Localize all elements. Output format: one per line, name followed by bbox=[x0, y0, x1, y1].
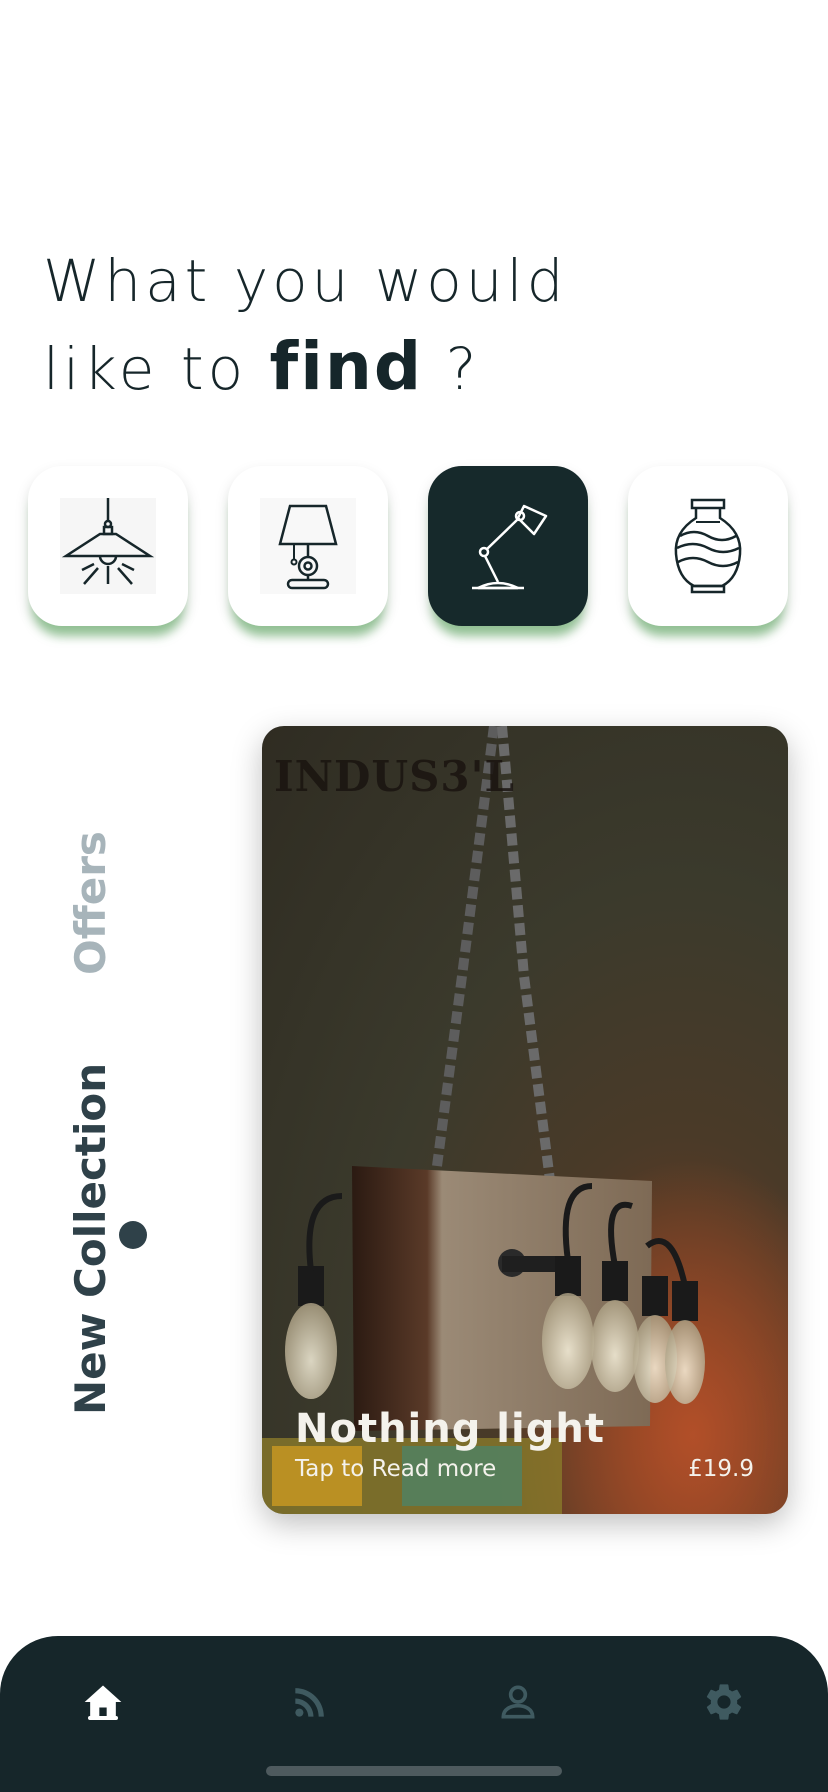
settings-gear-icon bbox=[706, 1684, 742, 1720]
home-indicator[interactable] bbox=[266, 1766, 562, 1776]
nav-feed[interactable] bbox=[282, 1680, 338, 1736]
category-tile-table-lamp[interactable] bbox=[228, 466, 388, 626]
nav-active-indicator bbox=[88, 1716, 118, 1720]
brand-logo: INDUS3'L bbox=[274, 752, 516, 801]
rss-feed-icon bbox=[295, 1688, 324, 1717]
product-card[interactable]: INDUS3'L Nothing light Tap to Read more … bbox=[262, 726, 788, 1514]
headline-line-1: What you would bbox=[43, 247, 568, 315]
product-photo bbox=[262, 726, 788, 1514]
category-tile-vase[interactable] bbox=[628, 466, 788, 626]
category-tile-pendant-lamp[interactable] bbox=[28, 466, 188, 626]
headline-prefix: like to bbox=[43, 335, 248, 403]
vase-icon bbox=[674, 498, 742, 594]
tab-new-collection[interactable]: New Collection bbox=[66, 1063, 115, 1415]
product-title: Nothing light bbox=[295, 1406, 605, 1452]
profile-icon bbox=[501, 1685, 535, 1719]
table-lamp-icon bbox=[260, 498, 356, 594]
active-tab-indicator bbox=[119, 1221, 147, 1249]
pendant-lamp-icon bbox=[60, 498, 156, 594]
page-headline: What you would like to find ? bbox=[43, 238, 567, 412]
nav-settings[interactable] bbox=[696, 1680, 752, 1736]
tab-offers[interactable]: Offers bbox=[66, 831, 115, 975]
headline-bold-word: find bbox=[269, 328, 424, 405]
desk-lamp-icon bbox=[472, 504, 548, 590]
read-more-link[interactable]: Tap to Read more bbox=[295, 1456, 496, 1482]
app-screen: What you would like to find ? Offers New… bbox=[0, 0, 828, 1792]
nav-home[interactable] bbox=[75, 1680, 131, 1736]
nav-profile[interactable] bbox=[490, 1680, 546, 1736]
category-selector bbox=[28, 466, 788, 626]
headline-line-2: like to find ? bbox=[43, 324, 567, 412]
product-price: £19.9 bbox=[688, 1456, 754, 1482]
category-tile-desk-lamp[interactable] bbox=[428, 466, 588, 626]
headline-suffix: ? bbox=[445, 335, 481, 403]
